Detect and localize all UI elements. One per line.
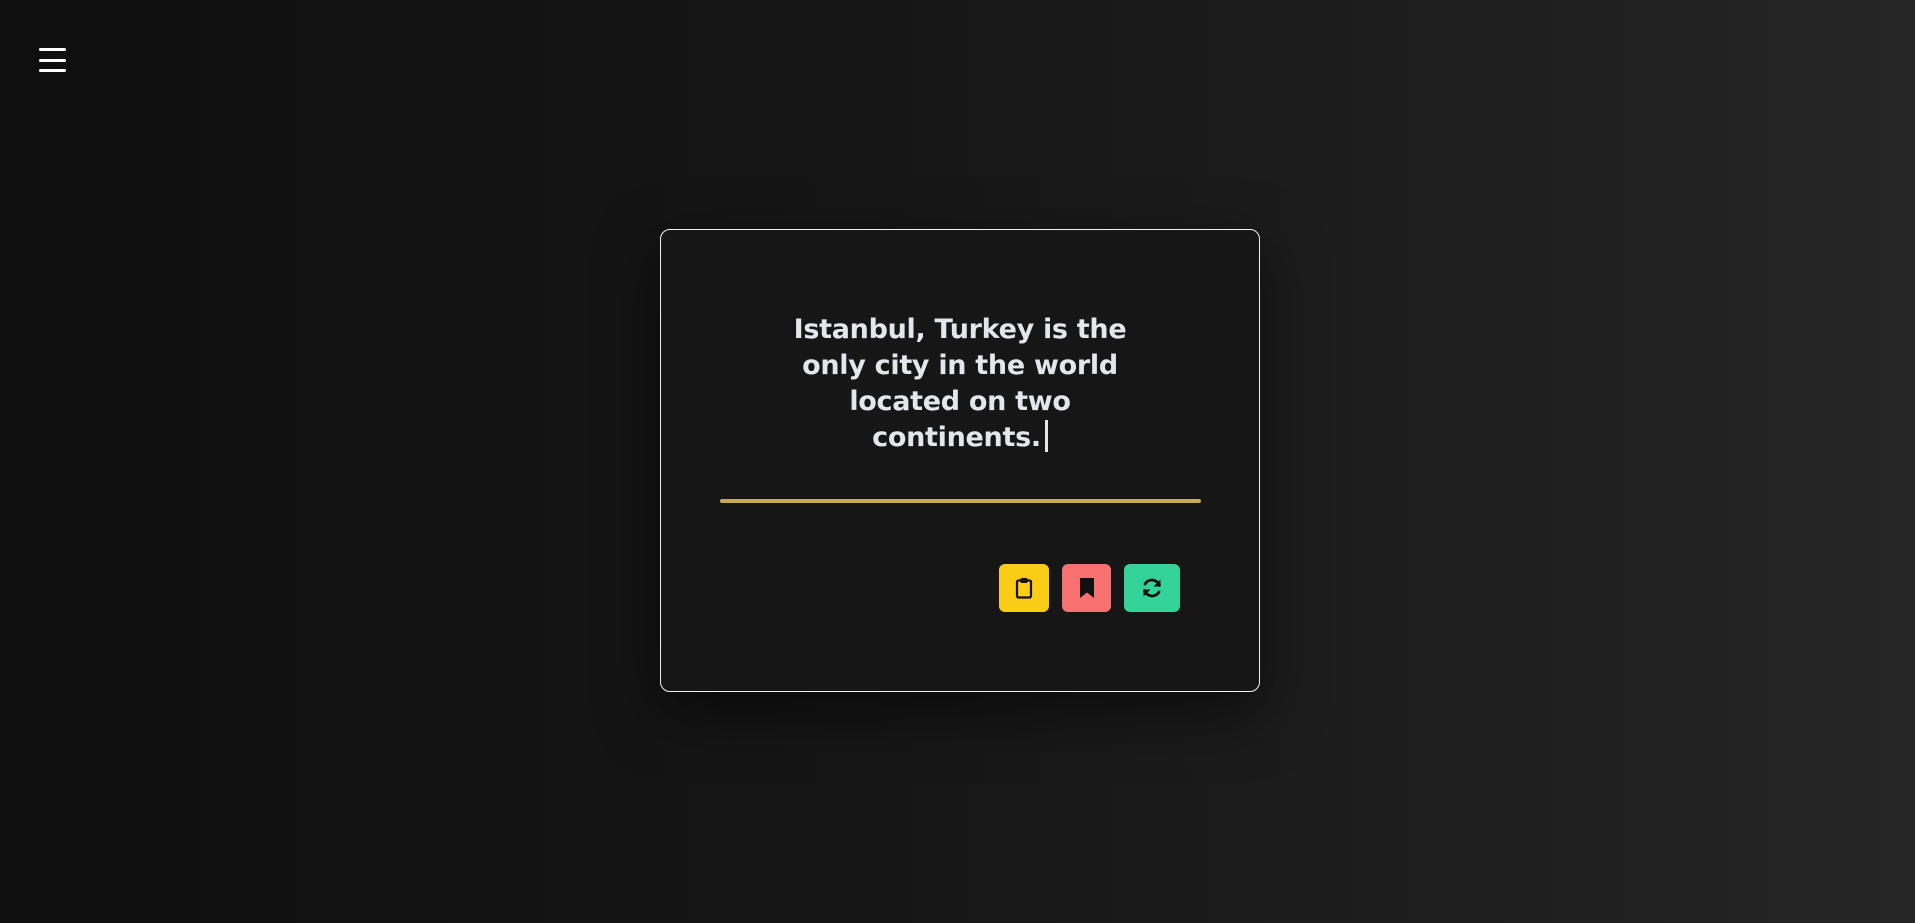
fact-card: Istanbul, Turkey is the only city in the…	[660, 229, 1260, 692]
refresh-button[interactable]	[1124, 564, 1180, 612]
clipboard-icon	[1015, 578, 1033, 599]
fact-text: Istanbul, Turkey is the only city in the…	[793, 314, 1127, 453]
bookmark-icon	[1079, 578, 1094, 598]
copy-button[interactable]	[999, 564, 1049, 612]
menu-button[interactable]	[0, 0, 104, 130]
refresh-icon	[1143, 578, 1161, 598]
divider-line	[720, 499, 1201, 503]
fact-text-container: Istanbul, Turkey is the only city in the…	[788, 312, 1133, 456]
text-cursor	[1044, 420, 1048, 452]
action-buttons	[999, 564, 1180, 612]
hamburger-menu-icon	[38, 48, 66, 72]
bookmark-button[interactable]	[1062, 564, 1111, 612]
